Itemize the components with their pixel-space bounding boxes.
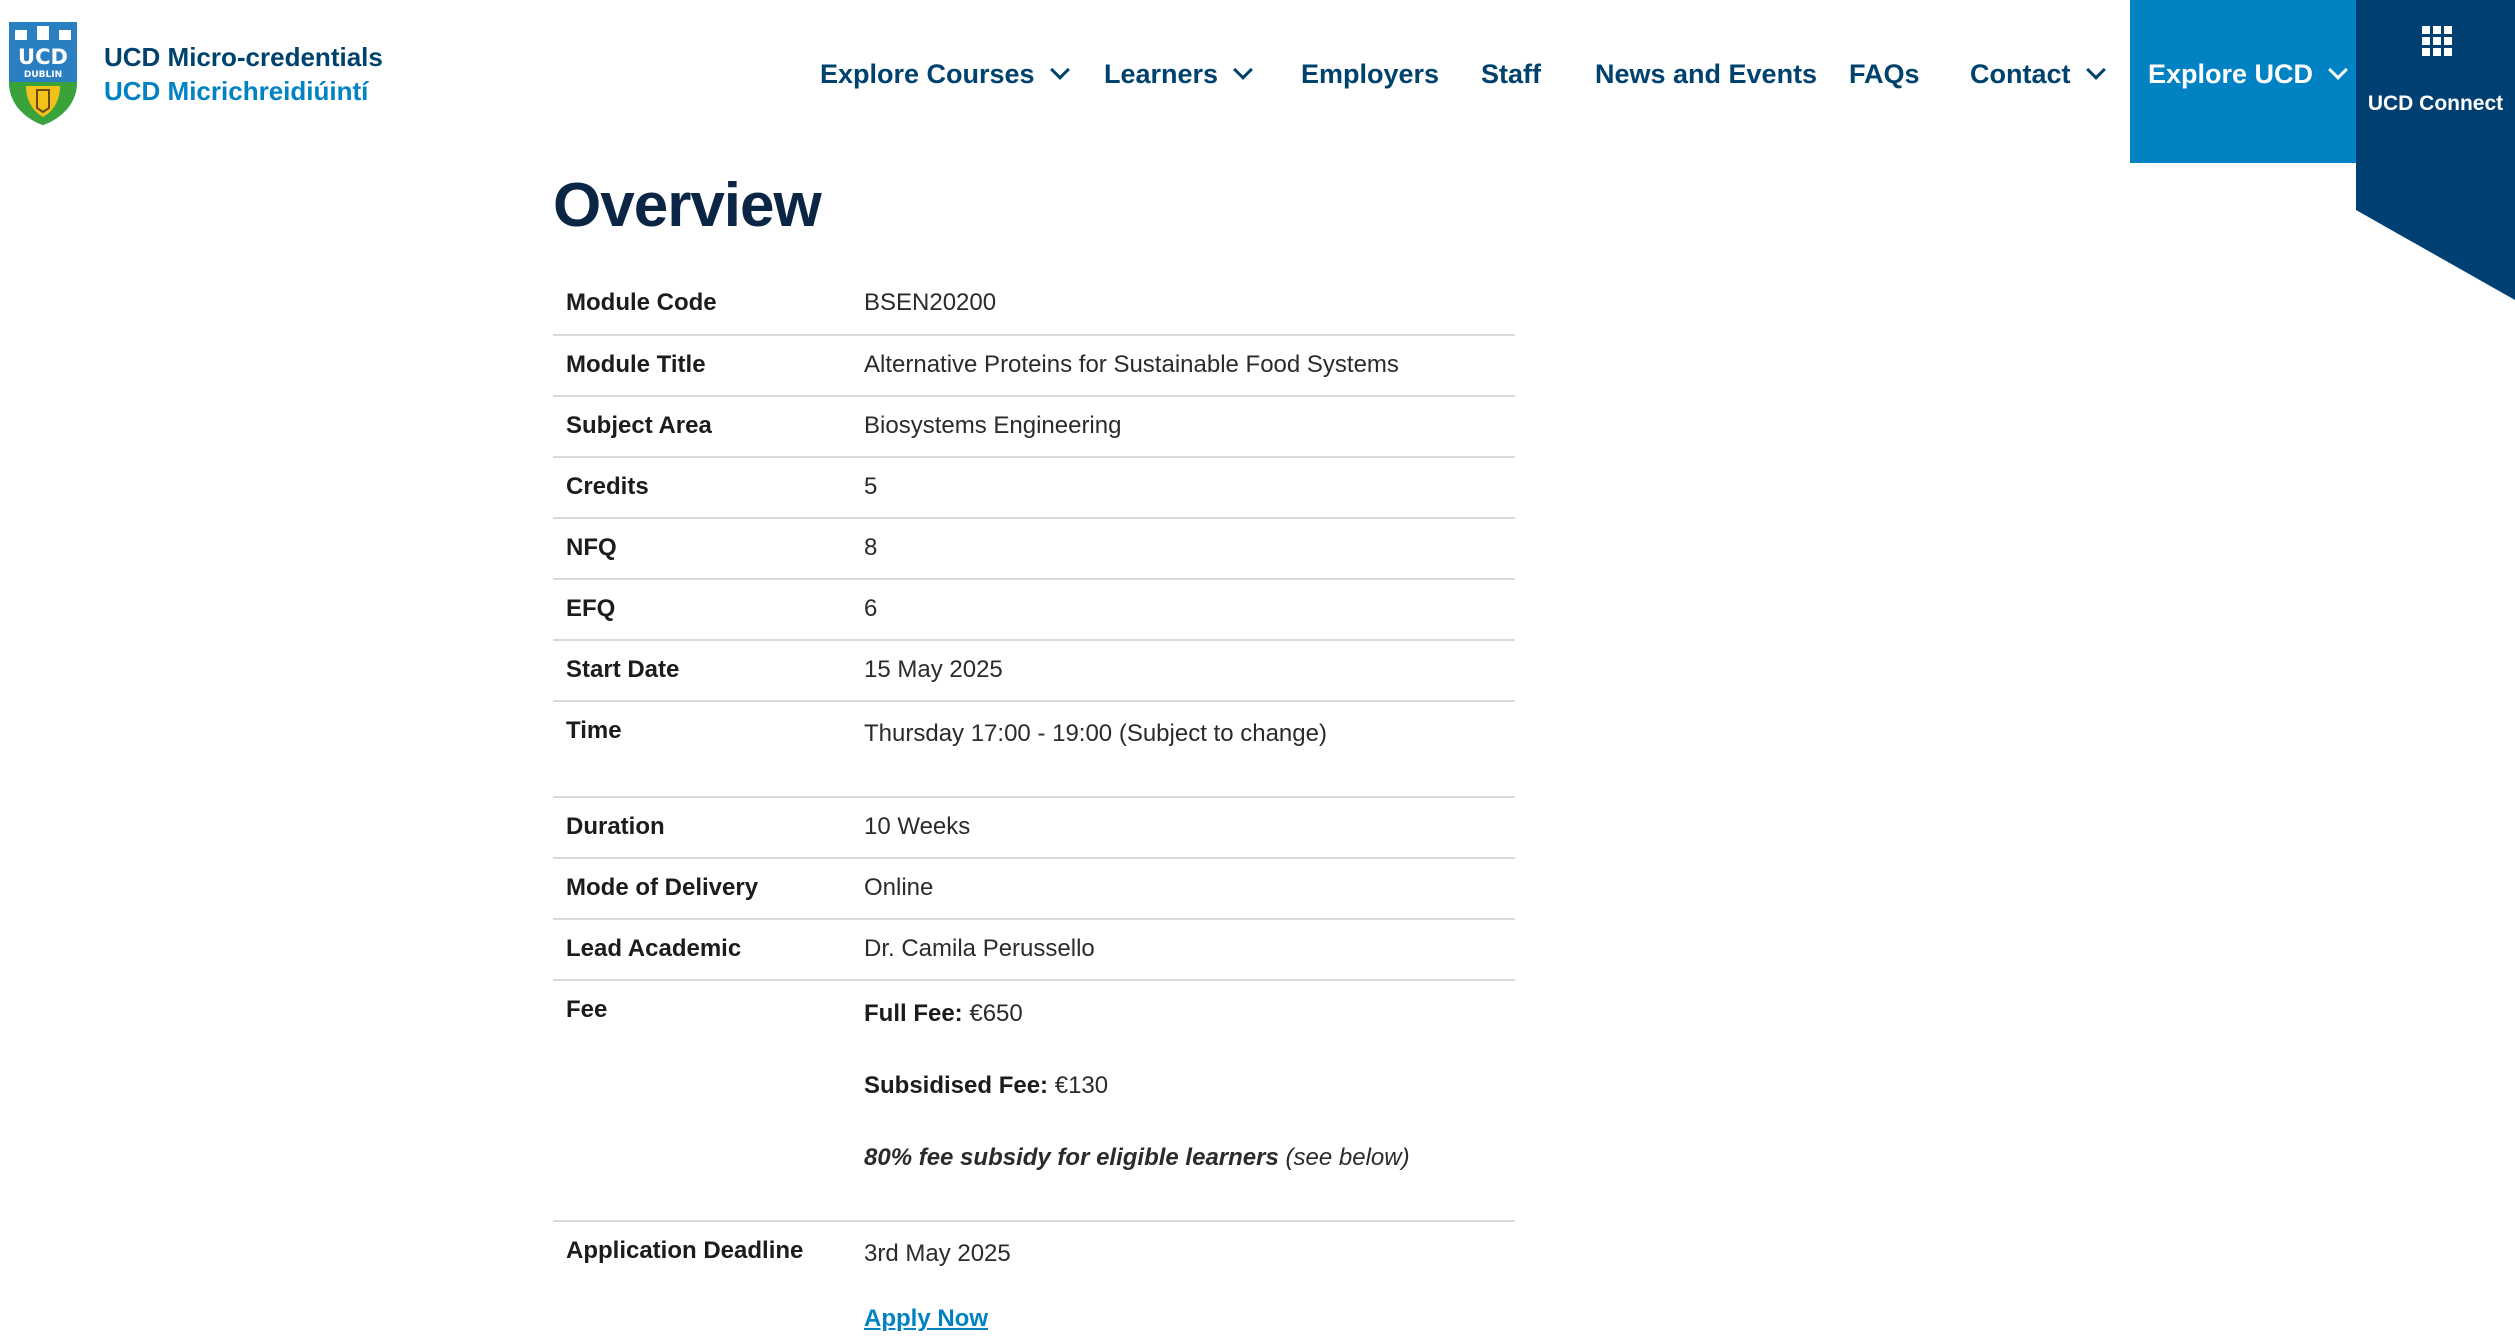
nav-staff-label: Staff — [1481, 58, 1541, 89]
table-row: EFQ 6 — [553, 579, 1515, 640]
row-value: Online — [864, 874, 934, 901]
table-row: Mode of Delivery Online — [553, 858, 1515, 919]
full-fee: Full Fee: €650 — [864, 998, 1515, 1030]
row-label: Lead Academic — [566, 935, 742, 962]
full-fee-label: Full Fee: — [864, 1000, 963, 1027]
application-deadline-row: Application Deadline 3rd May 2025 Apply … — [553, 1221, 1515, 1343]
row-value: BSEN20200 — [864, 289, 997, 316]
row-label: Credits — [566, 473, 649, 500]
application-deadline-value: 3rd May 2025 — [864, 1240, 1011, 1267]
row-value: Alternative Proteins for Sustainable Foo… — [864, 351, 1399, 378]
full-fee-value: €650 — [969, 1000, 1023, 1027]
nav-news-and-events[interactable]: News and Events — [1595, 54, 1817, 94]
subsidised-fee-label: Subsidised Fee: — [864, 1072, 1049, 1099]
row-label: Duration — [566, 813, 665, 840]
nav-employers[interactable]: Employers — [1301, 54, 1439, 94]
fee-subsidy-note-bold: 80% fee subsidy for eligible learners — [864, 1144, 1279, 1171]
row-label: Mode of Delivery — [566, 874, 759, 901]
application-deadline-details: 3rd May 2025 Apply Now — [864, 1221, 1515, 1343]
nav-employers-label: Employers — [1301, 58, 1440, 89]
main-content: Overview Module Code BSEN20200 Module Ti… — [553, 170, 1515, 1332]
table-row: Credits 5 — [553, 457, 1515, 518]
chevron-down-icon — [2085, 60, 2106, 80]
fee-subsidy-note-rest: (see below) — [1285, 1144, 1410, 1171]
row-value: 8 — [864, 534, 878, 561]
overview-table: Module Code BSEN20200 Module Title Alter… — [553, 274, 1515, 1343]
row-value: Thursday 17:00 - 19:00 (Subject to chang… — [864, 720, 1327, 747]
chevron-down-icon — [1233, 60, 1253, 80]
subsidised-fee: Subsidised Fee: €130 — [864, 1070, 1515, 1102]
site-header: UCD DUBLIN UCD Micro-credentials UCD Mic… — [0, 0, 2515, 165]
row-label: Time — [566, 717, 622, 744]
nav-explore-courses[interactable]: Explore Courses — [820, 54, 1070, 94]
row-value: 15 May 2025 — [864, 656, 1003, 683]
ucd-crest-logo[interactable]: UCD DUBLIN — [6, 20, 80, 126]
apps-grid-icon — [2422, 26, 2452, 56]
chevron-down-icon — [1049, 60, 1070, 80]
table-row: Lead Academic Dr. Camila Perussello — [553, 919, 1515, 980]
nav-contact[interactable]: Contact — [1970, 54, 2106, 94]
logo-text-dublin: DUBLIN — [24, 70, 62, 80]
nav-faqs-label: FAQs — [1849, 58, 1920, 89]
row-label: EFQ — [566, 595, 616, 622]
nav-learners[interactable]: Learners — [1104, 54, 1253, 94]
table-row: Start Date 15 May 2025 — [553, 640, 1515, 701]
explore-ucd-button[interactable]: Explore UCD — [2130, 0, 2356, 163]
row-label: NFQ — [566, 534, 617, 561]
explore-ucd-label: Explore UCD — [2148, 58, 2314, 89]
subsidised-fee-value: €130 — [1054, 1072, 1109, 1099]
row-value: Dr. Camila Perussello — [864, 935, 1095, 962]
fee-subsidy-note: 80% fee subsidy for eligible learners (s… — [864, 1142, 1515, 1174]
row-value: 5 — [864, 473, 878, 500]
table-row: Subject Area Biosystems Engineering — [553, 396, 1515, 457]
row-label: Subject Area — [566, 412, 712, 439]
row-label: Start Date — [566, 656, 680, 683]
brand-name-irish: UCD Micrichreidiúintí — [104, 76, 369, 106]
page-title: Overview — [553, 171, 822, 240]
brand-name[interactable]: UCD Micro-credentials UCD Micrichreidiúi… — [104, 40, 383, 108]
ucd-connect-label: UCD Connect — [2367, 92, 2504, 115]
fee-label: Fee — [566, 996, 608, 1023]
chevron-down-icon — [2328, 60, 2348, 80]
ucd-connect-button[interactable]: UCD Connect — [2356, 0, 2515, 300]
row-label: Module Code — [566, 289, 717, 316]
row-value: Biosystems Engineering — [864, 412, 1122, 439]
nav-learners-label: Learners — [1104, 58, 1219, 89]
fee-row: Fee Full Fee: €650 Subsidised Fee: €130 … — [553, 980, 1515, 1221]
nav-news-and-events-label: News and Events — [1595, 58, 1818, 89]
logo-text-ucd: UCD — [18, 45, 68, 69]
fee-details: Full Fee: €650 Subsidised Fee: €130 80% … — [864, 980, 1515, 1221]
table-row: Module Code BSEN20200 — [553, 274, 1515, 335]
apply-now-link[interactable]: Apply Now — [864, 1305, 1515, 1333]
table-row: Duration 10 Weeks — [553, 797, 1515, 858]
table-row: NFQ 8 — [553, 518, 1515, 579]
row-value: 10 Weeks — [864, 813, 971, 840]
nav-faqs[interactable]: FAQs — [1849, 54, 1920, 94]
table-row: Time Thursday 17:00 - 19:00 (Subject to … — [553, 701, 1515, 797]
nav-explore-courses-label: Explore Courses — [820, 58, 1035, 89]
brand-name-english: UCD Micro-credentials — [104, 42, 383, 72]
nav-contact-label: Contact — [1970, 58, 2071, 89]
table-row: Module Title Alternative Proteins for Su… — [553, 335, 1515, 396]
application-deadline-label: Application Deadline — [566, 1237, 804, 1264]
row-label: Module Title — [566, 351, 706, 378]
row-value: 6 — [864, 595, 878, 622]
nav-staff[interactable]: Staff — [1481, 54, 1541, 94]
